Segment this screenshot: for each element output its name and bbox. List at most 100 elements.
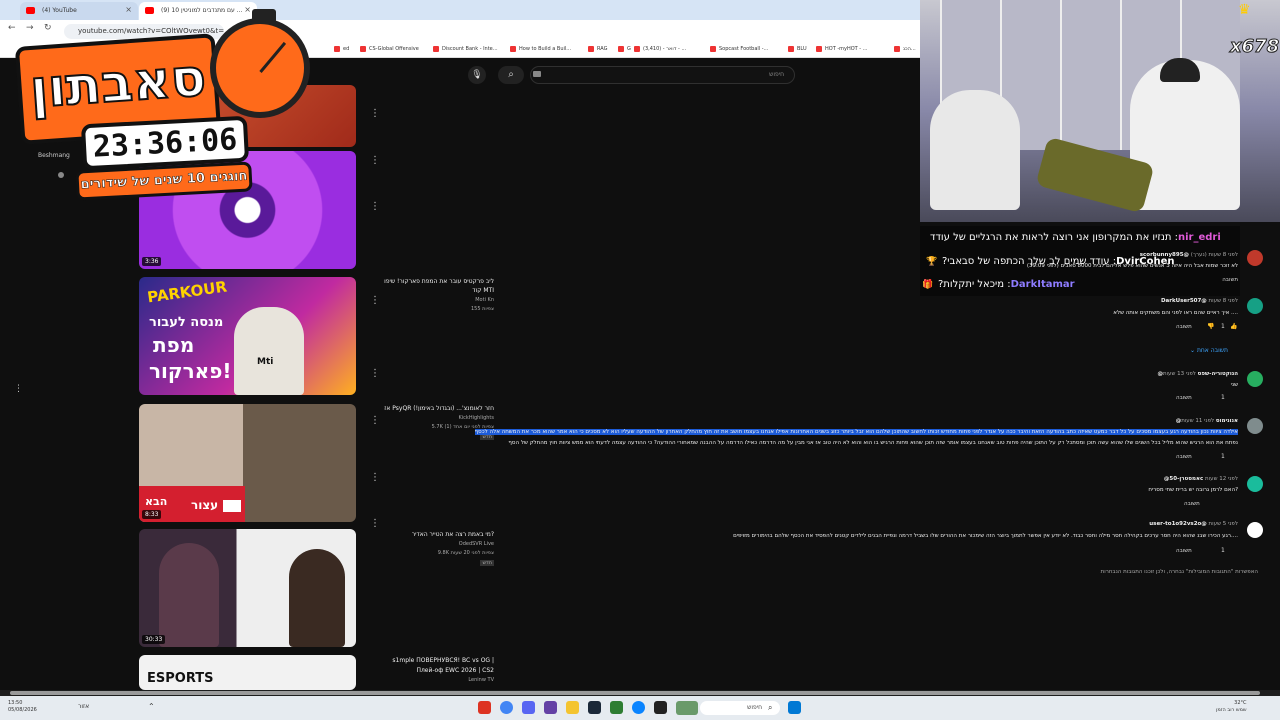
commenter-avatar[interactable] [1247,522,1263,538]
video-thumbnail[interactable]: עצור הבא 8:33 [139,404,356,522]
comment-author[interactable]: scorbunny895@ לפני 8 שעות (נערך) [1140,252,1238,258]
edge-icon[interactable] [632,701,645,714]
app-icon[interactable] [478,701,491,714]
person-figure [159,543,219,647]
comment-author[interactable]: DarkUser507@ לפני 8 שעות [1161,298,1238,304]
search-input[interactable]: חיפוש [530,66,795,84]
commenter-avatar[interactable] [1247,298,1263,314]
taskbar-clock: 13:50 05/08/2026 [8,700,37,713]
more-options-icon[interactable]: ⋮ [370,154,380,168]
more-options-icon[interactable]: ⋮ [370,294,380,308]
reply-button[interactable]: תשובה [1184,501,1200,507]
more-options-icon[interactable]: ⋮ [370,414,380,428]
streamer-webcam [920,0,1280,222]
more-options-icon[interactable]: ⋮ [370,471,380,485]
bookmark-item[interactable]: How to Build a Buil... [510,46,571,52]
thumbnail-text: PARKOUR [146,277,229,307]
commenter-avatar[interactable] [1247,250,1263,266]
bookmark-item[interactable]: Discount Bank - Inte... [433,46,498,52]
chat-message: DarkItamar: מיכאל יתקלות? [938,279,1075,290]
app-icon[interactable] [544,701,557,714]
tab-youtube[interactable]: (4) YouTube × [20,2,138,20]
comment-author[interactable]: @אנונימוס לפני 11 שעות [1176,418,1238,424]
reply-button[interactable]: תשובה [1176,395,1192,401]
bookmark-item[interactable]: HOT -myHOT - ... [816,46,867,52]
tab-active-video[interactable]: (9) עם מתנדבים למוניטין 10 ... × [139,2,257,20]
comment-text: לא זוכר שמות אבל היה איזה 3 אנשים שהוא פ… [1026,263,1238,269]
channel-name[interactable]: Moti Kn [475,297,494,303]
more-options-icon[interactable]: ⋮ [14,384,23,394]
thumbnail-text: מפת [153,333,195,357]
discord-icon[interactable] [522,701,535,714]
thumbnail-text: ESPORTS [147,671,214,686]
new-badge: חדש [480,560,494,566]
comment-text: איך ראיים שהם ראו לפני והם משחקים אותה ש… [1113,310,1238,316]
video-title[interactable]: אז PsyQR חזר לאומנצ'... (ובגדול באימון!) [384,405,494,412]
steam-icon[interactable] [588,701,601,714]
video-thumbnail[interactable]: ESPORTS [139,655,356,690]
channel-name[interactable]: Leninw TV [468,677,494,683]
video-title[interactable]: ליב פרקטיס עובר את המפת פארקור! שיפו [384,278,494,285]
commenter-avatar[interactable] [1247,418,1263,434]
more-options-icon[interactable]: ⋮ [370,517,380,531]
chrome-icon[interactable] [500,701,513,714]
language-indicator[interactable]: אזור [78,703,89,710]
reload-icon[interactable]: ↻ [44,23,52,33]
bookmark-item[interactable]: Sopcast Football -... [710,46,768,52]
app-icon[interactable] [654,701,667,714]
video-title[interactable]: s1mple ПОВЕРНУВСЯ! BC vs OG | [392,657,494,664]
bookmark-item[interactable]: RAG [588,46,607,52]
forward-icon[interactable]: → [26,23,34,33]
video-title[interactable]: קוד MTI [472,287,494,294]
windows-start-icon[interactable] [788,701,801,714]
bookmark-item[interactable]: הכנ... [894,46,916,52]
keyboard-icon[interactable] [533,71,541,77]
channel-name[interactable]: OdedSVR Live [459,541,494,547]
bookmark-item[interactable]: ed [334,46,349,52]
video-title[interactable]: מי באמת רצה את הטייר האדיר? [412,531,494,538]
like-icon[interactable]: 👍 [1230,323,1237,330]
close-tab-icon[interactable]: × [244,5,251,14]
subathon-title: סאבתון [27,47,209,121]
thumbnail-text: פארקור! [149,359,232,383]
reply-button[interactable]: תשובה [1176,548,1192,554]
dislike-icon[interactable]: 👎 [1207,323,1214,330]
show-replies-button[interactable]: ⌄ תשובה אחת [1190,347,1228,354]
more-options-icon[interactable]: ⋮ [370,200,380,214]
channel-name[interactable]: KickHighlights [459,415,495,421]
commenter-avatar[interactable] [1247,371,1263,387]
search-icon[interactable]: ⌕ [498,66,524,84]
search-icon: ⌕ [768,703,773,712]
comment-author[interactable]: user-to1o92vs2o@ לפני 5 שעות [1149,521,1238,527]
more-options-icon[interactable]: ⋮ [370,367,380,381]
video-title[interactable]: Плей-оф EWC 2026 | CS2 [416,667,494,674]
chevron-up-icon[interactable]: ⌃ [148,702,155,711]
duration-badge: 3:36 [142,257,162,266]
bookmark-item[interactable]: G [618,46,631,52]
comment-text: נפתח את הוא הרגיש שהוא מליל בכל השנים של… [508,440,1238,446]
comment-author[interactable]: @הנוקטוריה-שפס לפני 13 שעות [1157,371,1238,377]
video-thumbnail[interactable]: PARKOUR מנסה לעבור מפת פארקור! Mti [139,277,356,395]
reply-button[interactable]: תשובה [1176,454,1192,460]
comment-author[interactable]: @אמסטרן-50c לפני 12 שעות [1164,476,1238,482]
commenter-avatar[interactable] [1247,476,1263,492]
bookmark-item[interactable]: BLU [788,46,807,52]
microphone-icon[interactable]: 🎙 [468,66,486,84]
bookmark-item[interactable]: CS-Global Offensive [360,46,419,52]
weather-widget[interactable]: 32°C שמש רוב הזמן [1216,700,1247,714]
reply-button[interactable]: תשובה [1176,324,1192,330]
person-figure [289,549,345,647]
view-count: 155 צפיות [471,306,494,312]
folder-icon[interactable] [566,701,579,714]
bookmark-item[interactable]: (3,410) - דואר - ... [634,46,686,52]
app-icon[interactable] [610,701,623,714]
widget-icon[interactable] [676,701,698,715]
chat-message: nir_edri: תנזיו את המקרופון אני רוצה לרא… [930,232,1221,243]
close-tab-icon[interactable]: × [125,5,132,14]
reply-button[interactable]: תשובה [1222,277,1238,283]
back-icon[interactable]: ← [8,23,16,33]
more-options-icon[interactable]: ⋮ [370,107,380,121]
channel-name: Beshmang [38,152,70,159]
video-thumbnail[interactable]: 30:33 [139,529,356,647]
person-figure [930,90,1020,210]
